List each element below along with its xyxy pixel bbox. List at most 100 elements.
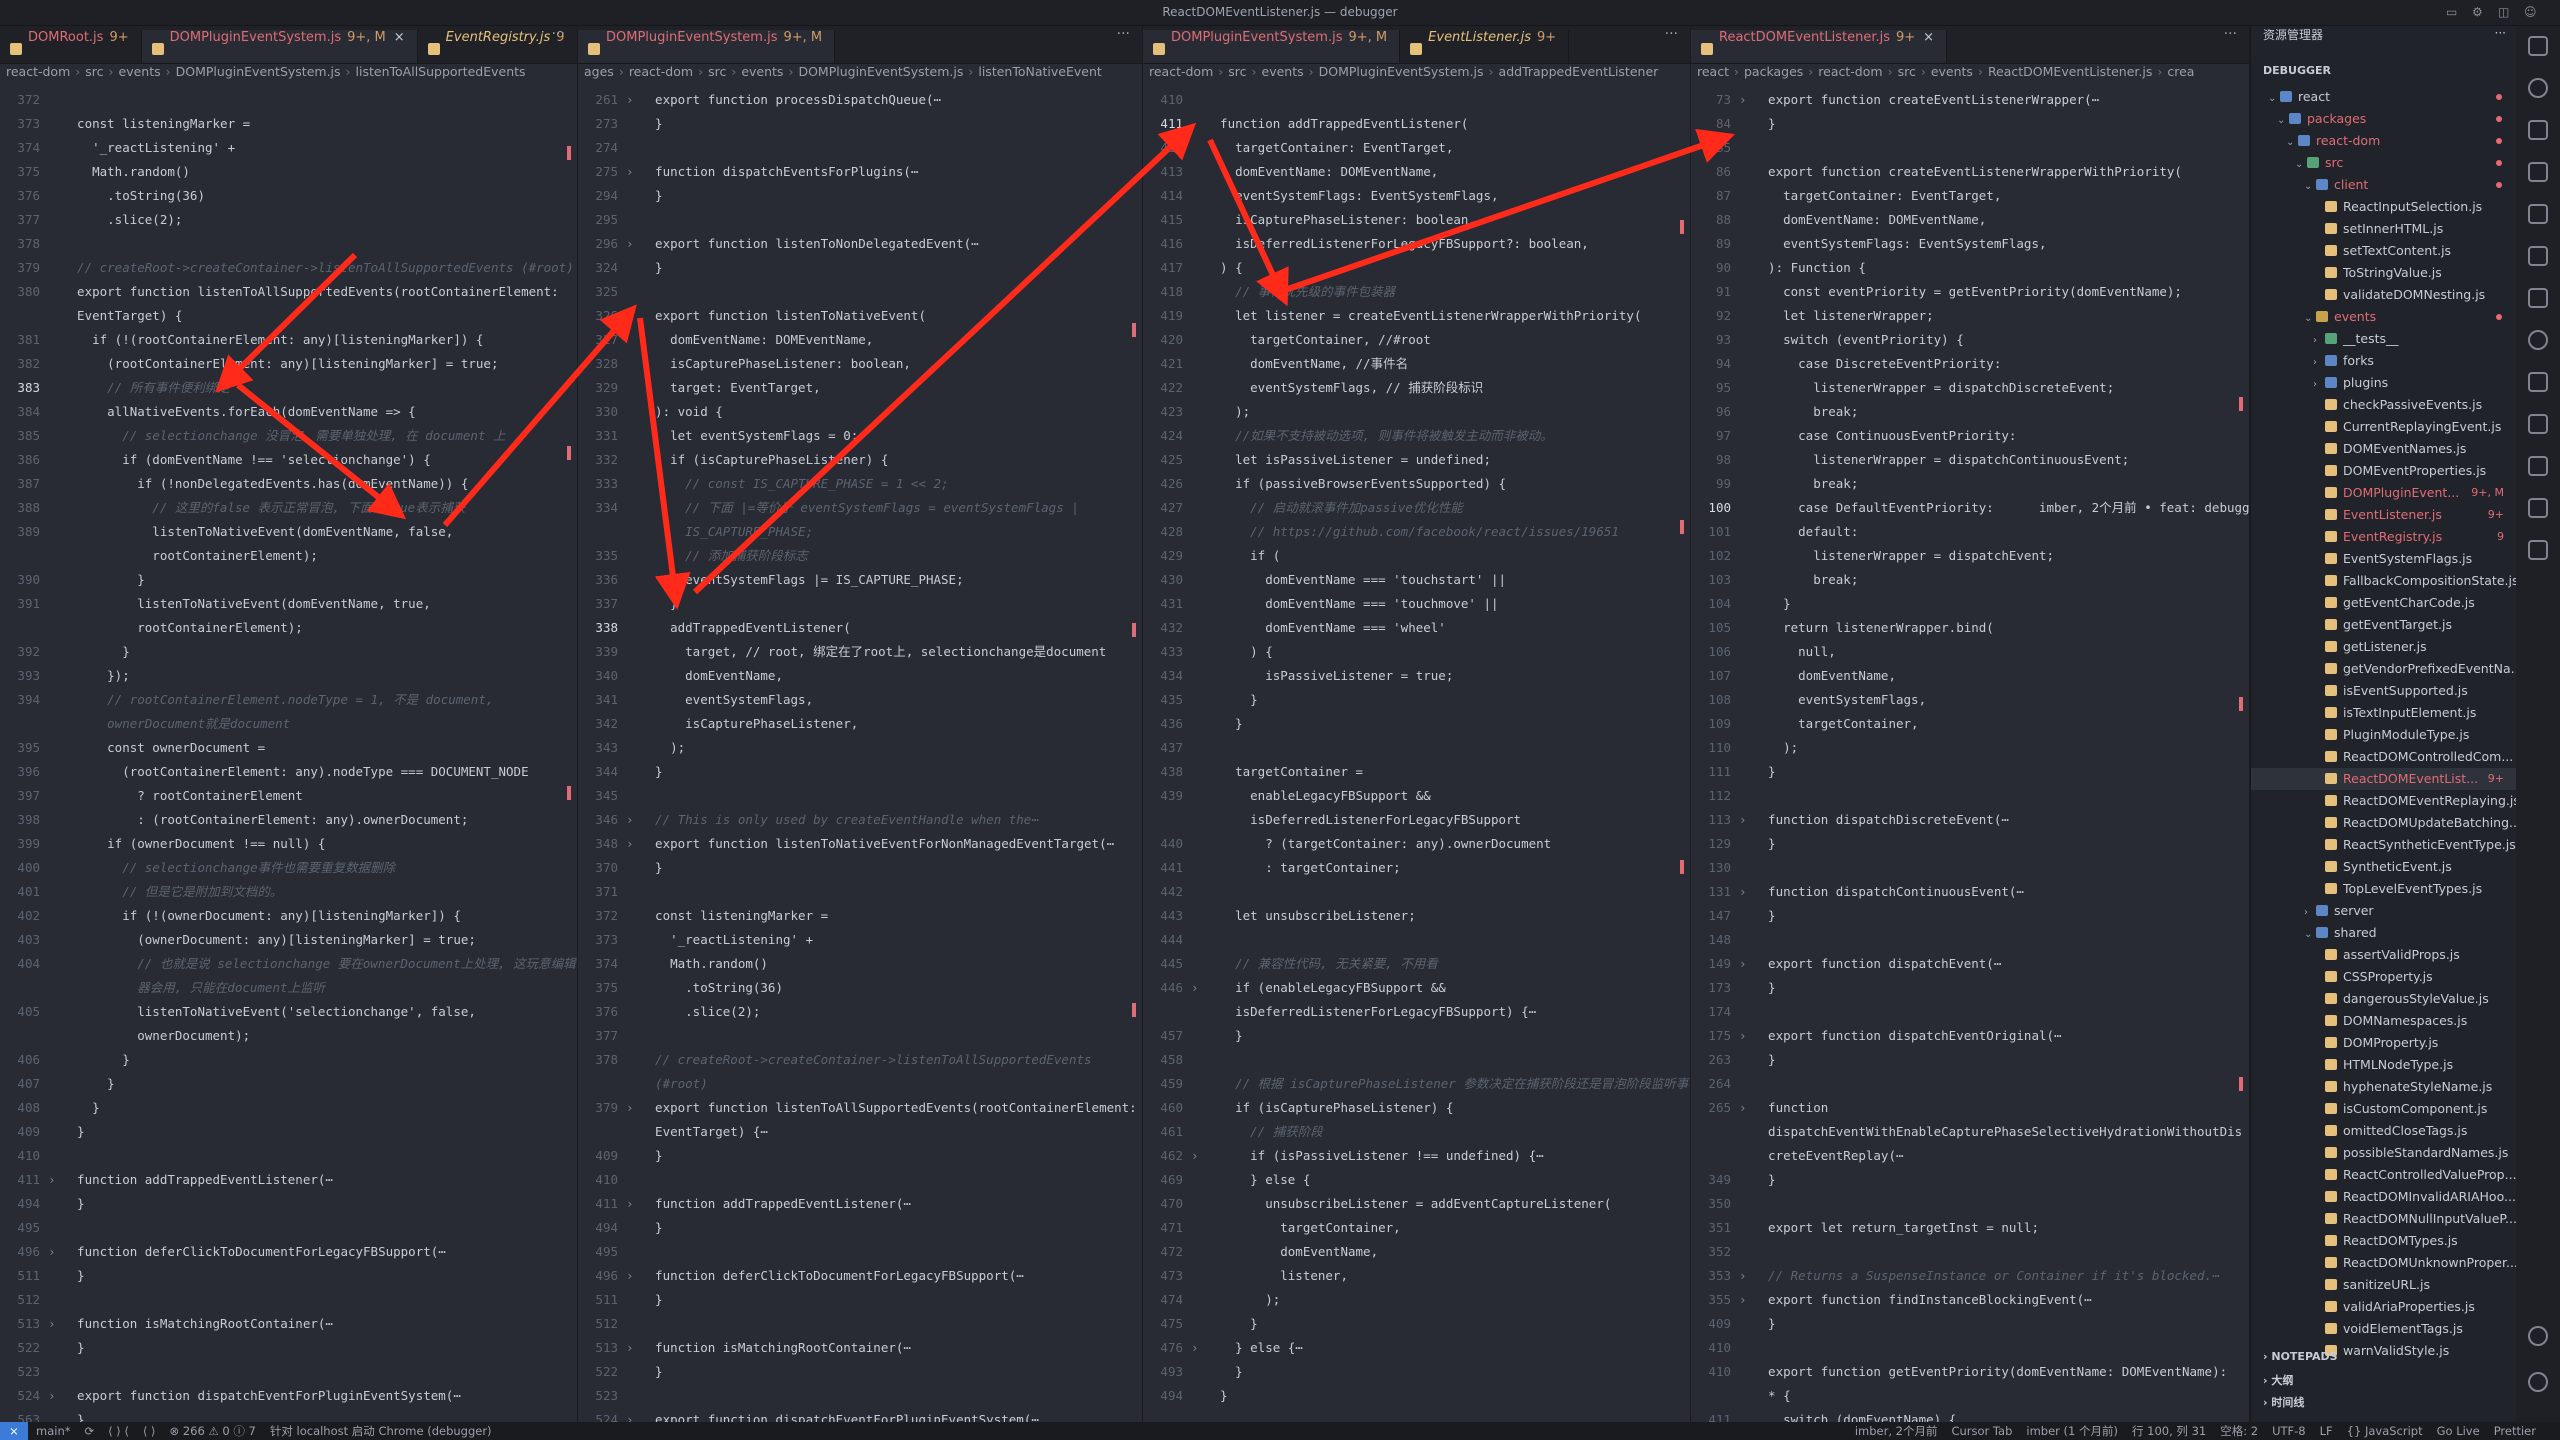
code-line[interactable]: 173 }: [1691, 976, 2249, 1000]
code-line[interactable]: 373 '_reactListening' +: [578, 928, 1142, 952]
code-line[interactable]: 264: [1691, 1072, 2249, 1096]
layers-icon[interactable]: [2528, 288, 2548, 308]
file-item[interactable]: ReactDOMUnknownProper...: [2251, 1252, 2516, 1274]
file-item[interactable]: EventRegistry.js 9: [2251, 526, 2516, 548]
editor-pane-3[interactable]: DOMPluginEventSystem.js 9+, M EventListene…: [1143, 26, 1691, 1422]
file-item[interactable]: ReactControlledValueProp...: [2251, 1164, 2516, 1186]
code-line[interactable]: 473 listener,: [1143, 1264, 1690, 1288]
folder-item[interactable]: ⌄ packages: [2251, 108, 2516, 130]
code-line[interactable]: 382 (rootContainerElement: any)[listenin…: [0, 352, 577, 376]
code-line[interactable]: 436 }: [1143, 712, 1690, 736]
folder-item[interactable]: ⌄ events: [2251, 306, 2516, 328]
manage-gear-icon[interactable]: [2528, 1372, 2548, 1392]
code-line[interactable]: 409 }: [1691, 1312, 2249, 1336]
explorer-section-header[interactable]: › 大纲: [2251, 1372, 2516, 1394]
code-line[interactable]: 103 break;: [1691, 568, 2249, 592]
code-line[interactable]: 328 isCapturePhaseListener: boolean,: [578, 352, 1142, 376]
code-line[interactable]: 403 (ownerDocument: any)[listeningMarker…: [0, 928, 577, 952]
breadcrumb-item[interactable]: src: [708, 64, 726, 79]
code-line[interactable]: 296 › export function listenToNonDelegate…: [578, 232, 1142, 256]
code-line[interactable]: ownerDocument);: [0, 1024, 577, 1048]
breadcrumb-item[interactable]: src: [1898, 64, 1916, 79]
code-line[interactable]: 273 }: [578, 112, 1142, 136]
fold-chevron-icon[interactable]: ›: [1191, 1144, 1205, 1168]
code-line[interactable]: 471 targetContainer,: [1143, 1216, 1690, 1240]
testing-icon[interactable]: [2528, 414, 2548, 434]
code-line[interactable]: 346 › // This is only used by createEvent…: [578, 808, 1142, 832]
code-line[interactable]: 409 }: [0, 1120, 577, 1144]
code-line[interactable]: 494 }: [0, 1192, 577, 1216]
code-line[interactable]: 442: [1143, 880, 1690, 904]
breadcrumb-item[interactable]: ages: [584, 64, 614, 79]
code-line[interactable]: 419 let listener = createEventListenerWr…: [1143, 304, 1690, 328]
code-line[interactable]: 390 }: [0, 568, 577, 592]
code-line[interactable]: 421 domEventName, //事件名: [1143, 352, 1690, 376]
file-item[interactable]: setInnerHTML.js: [2251, 218, 2516, 240]
code-line[interactable]: 433 ) {: [1143, 640, 1690, 664]
file-item[interactable]: SyntheticEvent.js: [2251, 856, 2516, 878]
code-line[interactable]: 494 }: [578, 1216, 1142, 1240]
code-line[interactable]: 379 › export function listenToAllSupporte…: [578, 1096, 1142, 1120]
status-item[interactable]: LF: [2320, 1424, 2333, 1438]
account-circle-icon[interactable]: [2528, 1326, 2548, 1346]
code-line[interactable]: 381 if (!(rootContainerElement: any)[lis…: [0, 328, 577, 352]
code-line[interactable]: 414 eventSystemFlags: EventSystemFlags,: [1143, 184, 1690, 208]
code-line[interactable]: 469 } else {: [1143, 1168, 1690, 1192]
code-line[interactable]: creteEventReplay(⋯: [1691, 1144, 2249, 1168]
code-line[interactable]: 493 }: [1143, 1360, 1690, 1384]
code-line[interactable]: 378: [0, 232, 577, 256]
file-item[interactable]: ReactDOMTypes.js: [2251, 1230, 2516, 1252]
breadcrumb-item[interactable]: events: [119, 64, 161, 79]
editor-tab[interactable]: DOMRoot.js 9+: [0, 30, 142, 63]
file-item[interactable]: setTextContent.js: [2251, 240, 2516, 262]
code-line[interactable]: EventTarget) {⋯: [578, 1120, 1142, 1144]
code-line[interactable]: 334 // 下面 |=等价于 eventSystemFlags = event…: [578, 496, 1142, 520]
code-line[interactable]: 563 }: [0, 1408, 577, 1422]
code-line[interactable]: 513 › function isMatchingRootContainer(⋯: [0, 1312, 577, 1336]
file-item[interactable]: ReactDOMEventReplaying.js: [2251, 790, 2516, 812]
code-line[interactable]: 423 );: [1143, 400, 1690, 424]
breadcrumb-item[interactable]: crea: [2167, 64, 2194, 79]
code-line[interactable]: 376 .slice(2);: [578, 1000, 1142, 1024]
code-line[interactable]: 398 : (rootContainerElement: any).ownerD…: [0, 808, 577, 832]
code-line[interactable]: 129 }: [1691, 832, 2249, 856]
fold-chevron-icon[interactable]: ›: [48, 1240, 62, 1264]
code-line[interactable]: 148: [1691, 928, 2249, 952]
breadcrumb-item[interactable]: listenToNativeEvent: [978, 64, 1101, 79]
code-line[interactable]: 336 eventSystemFlags |= IS_CAPTURE_PHASE…: [578, 568, 1142, 592]
file-item[interactable]: HTMLNodeType.js: [2251, 1054, 2516, 1076]
code-line[interactable]: 422 eventSystemFlags, // 捕获阶段标识: [1143, 376, 1690, 400]
code-line[interactable]: 426 if (passiveBrowserEventsSupported) {: [1143, 472, 1690, 496]
code-line[interactable]: 331 let eventSystemFlags = 0;: [578, 424, 1142, 448]
breadcrumb-item[interactable]: packages: [1744, 64, 1803, 79]
code-line[interactable]: 261 › export function processDispatchQueu…: [578, 88, 1142, 112]
code-line[interactable]: 457 }: [1143, 1024, 1690, 1048]
code-line[interactable]: 393 });: [0, 664, 577, 688]
fold-chevron-icon[interactable]: ›: [626, 1264, 640, 1288]
breadcrumb-item[interactable]: react-dom: [6, 64, 70, 79]
editor-pane-2[interactable]: DOMPluginEventSystem.js 9+, M ··· ages › reac…: [578, 26, 1143, 1422]
code-line[interactable]: 476 › } else {⋯: [1143, 1336, 1690, 1360]
code-line[interactable]: 326 export function listenToNativeEvent(: [578, 304, 1142, 328]
account-icon[interactable]: ☺: [2524, 5, 2537, 19]
code-line[interactable]: 105 return listenerWrapper.bind(: [1691, 616, 2249, 640]
file-item[interactable]: DOMNamespaces.js: [2251, 1010, 2516, 1032]
code-line[interactable]: 372 const listeningMarker =: [578, 904, 1142, 928]
breadcrumb-item[interactable]: react: [1697, 64, 1729, 79]
code-line[interactable]: 107 domEventName,: [1691, 664, 2249, 688]
fold-chevron-icon[interactable]: ›: [626, 1408, 640, 1422]
status-item[interactable]: Cursor Tab: [1951, 1424, 2012, 1438]
folder-item[interactable]: › plugins: [2251, 372, 2516, 394]
status-item[interactable]: 空格: 2: [2220, 1424, 2258, 1438]
code-line[interactable]: 392 }: [0, 640, 577, 664]
breadcrumb-item[interactable]: addTrappedEventListener: [1499, 64, 1659, 79]
status-item[interactable]: imber, 2个月前: [1855, 1424, 1938, 1438]
code-line[interactable]: 295: [578, 208, 1142, 232]
code-line[interactable]: 149 › export function dispatchEvent(⋯: [1691, 952, 2249, 976]
code-line[interactable]: 431 domEventName === 'touchmove' ||: [1143, 592, 1690, 616]
code-line[interactable]: 332 if (isCapturePhaseListener) {: [578, 448, 1142, 472]
code-line[interactable]: 391 listenToNativeEvent(domEventName, tr…: [0, 592, 577, 616]
code-line[interactable]: 429 if (: [1143, 544, 1690, 568]
fold-chevron-icon[interactable]: ›: [626, 88, 640, 112]
code-line[interactable]: 511 }: [0, 1264, 577, 1288]
